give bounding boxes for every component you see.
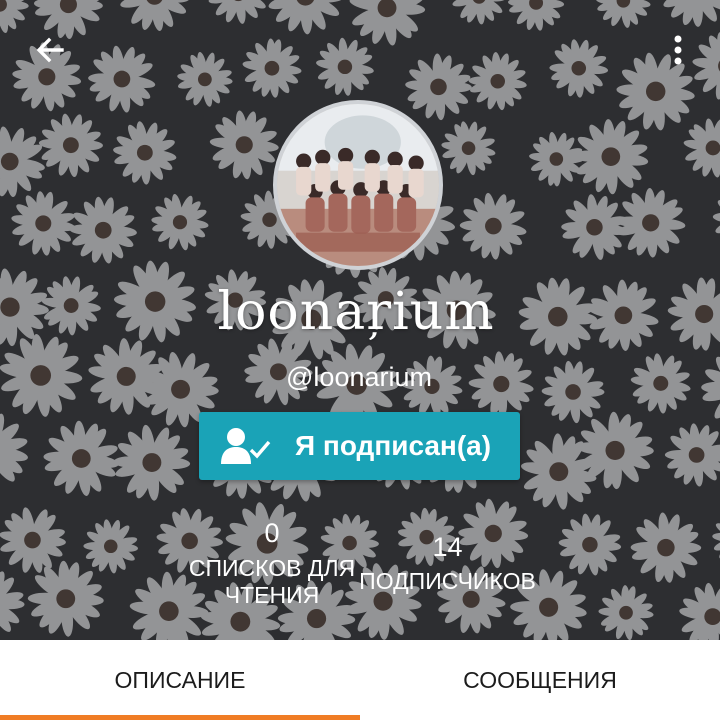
profile-tabs: ОПИСАНИЕ СООБЩЕНИЯ xyxy=(0,640,720,720)
avatar-group-photo xyxy=(277,104,439,266)
more-options-button[interactable] xyxy=(658,30,698,70)
active-tab-indicator xyxy=(0,715,360,720)
display-name: loonaŗium xyxy=(217,282,495,342)
tab-messages[interactable]: СООБЩЕНИЯ xyxy=(360,640,720,720)
reading-lists-count: 0 xyxy=(264,518,280,548)
back-button[interactable] xyxy=(30,30,70,70)
reading-lists-label-line2: ЧТЕНИЯ xyxy=(224,582,320,608)
followers-stat[interactable]: 14 ПОДПИСЧИКОВ xyxy=(355,532,540,595)
username: @loonarium xyxy=(286,362,432,392)
tab-about-label: ОПИСАНИЕ xyxy=(114,666,246,693)
avatar[interactable] xyxy=(273,100,443,270)
user-check-icon xyxy=(221,428,271,464)
profile-header: loonaŗium @loonarium Я подписан(а) 0 СПИ… xyxy=(0,0,720,640)
followers-label: ПОДПИСЧИКОВ xyxy=(359,568,536,594)
arrow-left-icon xyxy=(36,37,64,63)
reading-lists-stat[interactable]: 0 СПИСКОВ ДЛЯ ЧТЕНИЯ xyxy=(182,518,362,609)
followers-count: 14 xyxy=(432,532,463,562)
tab-messages-label: СООБЩЕНИЯ xyxy=(463,666,617,693)
tab-about[interactable]: ОПИСАНИЕ xyxy=(0,640,360,720)
reading-lists-label-line1: СПИСКОВ ДЛЯ xyxy=(188,555,356,581)
following-button[interactable]: Я подписан(а) xyxy=(199,412,520,480)
more-vertical-icon xyxy=(674,35,682,65)
following-button-label: Я подписан(а) xyxy=(295,430,492,461)
